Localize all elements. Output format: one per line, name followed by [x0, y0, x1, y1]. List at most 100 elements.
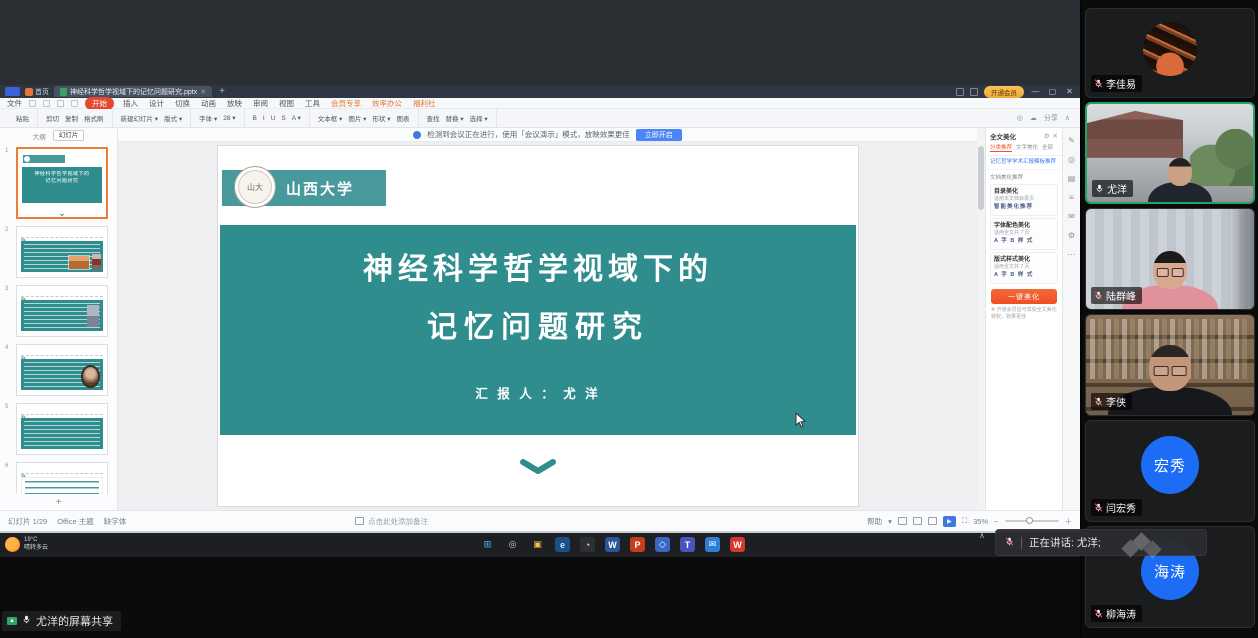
- fullscreen-icon[interactable]: ⛶: [962, 516, 967, 526]
- help-caret-icon[interactable]: ▾: [888, 517, 892, 526]
- toolbar-item-字体[interactable]: 字体 ▾: [199, 113, 217, 123]
- more-icon[interactable]: ⋯: [1068, 250, 1076, 259]
- participant-tile-李侠[interactable]: 李侠: [1085, 314, 1255, 416]
- edge-icon[interactable]: e: [555, 537, 570, 552]
- cloud-sync-icon[interactable]: ☁: [1030, 114, 1037, 122]
- toolbar-item-B[interactable]: B: [253, 115, 257, 122]
- sorter-view-icon[interactable]: [913, 517, 922, 525]
- menu-插入[interactable]: 插入: [121, 98, 140, 109]
- slide-thumbnail-6[interactable]: 6》》: [16, 462, 108, 494]
- menu-视图[interactable]: 视图: [277, 98, 296, 109]
- participant-tile-陆群峰[interactable]: 陆群峰: [1085, 208, 1255, 310]
- collapse-caret-icon[interactable]: ∧: [979, 531, 985, 540]
- new-tab-button[interactable]: +: [219, 86, 225, 97]
- missing-font-badge[interactable]: 缺字体: [104, 516, 127, 527]
- print-icon[interactable]: [43, 100, 50, 107]
- share-button[interactable]: 分享: [1044, 113, 1058, 123]
- slide-thumbnail-3[interactable]: 3》》: [16, 285, 108, 337]
- wps-icon[interactable]: W: [730, 537, 745, 552]
- menu-放映[interactable]: 放映: [225, 98, 244, 109]
- pane-close-icon[interactable]: ✕: [1053, 132, 1058, 140]
- toolbar-item-粘贴[interactable]: 粘贴: [16, 113, 29, 123]
- redo-icon[interactable]: [71, 100, 78, 107]
- menu-福利社[interactable]: 福利社: [411, 98, 438, 109]
- save-icon[interactable]: [29, 100, 36, 107]
- toolbar-item-U[interactable]: U: [271, 115, 276, 122]
- minimize-button[interactable]: —: [1030, 87, 1041, 96]
- theme-name[interactable]: Office 主题: [57, 516, 94, 527]
- menu-设计[interactable]: 设计: [147, 98, 166, 109]
- teams-icon[interactable]: T: [680, 537, 695, 552]
- pane-card-1[interactable]: 目录美化适用本文档目录页智能美化推荐: [990, 184, 1058, 216]
- notes-hint[interactable]: 点击此处添加备注: [355, 516, 428, 527]
- settings-icon[interactable]: ⚙: [1068, 231, 1075, 240]
- slide-thumbnail-2[interactable]: 2》》: [16, 226, 108, 278]
- notes-icon[interactable]: ≡: [1069, 193, 1074, 202]
- undo-icon[interactable]: [57, 100, 64, 107]
- edit-icon[interactable]: ✎: [1068, 136, 1075, 145]
- tab-slides[interactable]: 幻灯片: [53, 130, 85, 141]
- menu-开始[interactable]: 开始: [85, 97, 114, 110]
- toolbar-item-I[interactable]: I: [263, 115, 265, 122]
- toolbar-item-A[interactable]: A ▾: [292, 114, 301, 122]
- browser-icon[interactable]: ◔: [580, 537, 595, 552]
- tab-close-icon[interactable]: ✕: [200, 88, 206, 96]
- notification-action-button[interactable]: 立即开启: [636, 129, 682, 141]
- close-button[interactable]: ✕: [1064, 87, 1075, 96]
- pane-settings-icon[interactable]: ⚙: [1044, 132, 1050, 140]
- toast-mic-muted-icon[interactable]: [1005, 537, 1014, 549]
- reading-view-icon[interactable]: [928, 517, 937, 525]
- zoom-slider[interactable]: [1005, 520, 1059, 522]
- toolbar-item-图片[interactable]: 图片 ▾: [348, 113, 366, 123]
- tab-home[interactable]: 首页: [25, 87, 49, 97]
- powerpoint-icon[interactable]: P: [630, 537, 645, 552]
- menu-工具[interactable]: 工具: [303, 98, 322, 109]
- find-icon[interactable]: ◎: [1017, 114, 1023, 122]
- vertical-scrollbar[interactable]: [977, 128, 985, 510]
- menu-会员专享[interactable]: 会员专享: [329, 98, 363, 109]
- slideshow-play-button[interactable]: ▶: [943, 516, 956, 527]
- tab-document[interactable]: 神经科学哲学视域下的记忆问题研究.pptx ✕: [54, 86, 212, 97]
- weather-widget[interactable]: 19°C 晴转多云: [5, 536, 48, 552]
- menu-file[interactable]: 文件: [7, 98, 22, 109]
- normal-view-icon[interactable]: [898, 517, 907, 525]
- start-icon[interactable]: ⊞: [480, 537, 495, 552]
- pane-card-3[interactable]: 版式样式美化适用全文共 7 页A 字 B 样 式: [990, 252, 1058, 284]
- search-icon[interactable]: ◎: [505, 537, 520, 552]
- participant-tile-尤洋[interactable]: 尤洋: [1085, 102, 1255, 204]
- participant-tile-闫宏秀[interactable]: 宏秀闫宏秀: [1085, 420, 1255, 522]
- zoom-in-button[interactable]: ＋: [1065, 516, 1073, 527]
- slide-thumbnail-4[interactable]: 4》》: [16, 344, 108, 396]
- toolbar-item-格式刷[interactable]: 格式刷: [84, 113, 104, 123]
- toolbar-item-剪切[interactable]: 剪切: [46, 113, 59, 123]
- maximize-button[interactable]: ▢: [1047, 87, 1058, 96]
- zoom-out-button[interactable]: −: [994, 517, 998, 526]
- comment-icon[interactable]: ✉: [1068, 212, 1075, 221]
- pane-tab-分类推荐[interactable]: 分类推荐: [990, 143, 1012, 152]
- slide-canvas[interactable]: 山大 山西大学 神经科学哲学视域下的 记忆问题研究 汇 报 人 ： 尤 洋: [218, 146, 858, 506]
- toolbar-item-形状[interactable]: 形状 ▾: [372, 113, 390, 123]
- app-blue-icon[interactable]: ◇: [655, 537, 670, 552]
- scrollbar-thumb[interactable]: [978, 146, 984, 210]
- wps-logo-icon[interactable]: [5, 87, 20, 96]
- vip-pill[interactable]: 开通会员: [984, 86, 1024, 98]
- skin-icon[interactable]: [970, 88, 978, 96]
- menu-切换[interactable]: 切换: [173, 98, 192, 109]
- tab-outline[interactable]: 大纲: [33, 131, 46, 141]
- help-label[interactable]: 帮助: [867, 516, 882, 527]
- toolbar-item-查找[interactable]: 查找: [427, 113, 440, 123]
- participant-tile-李佳易[interactable]: 李佳易: [1085, 8, 1255, 98]
- layout-icon[interactable]: ▤: [1068, 174, 1076, 183]
- find-icon[interactable]: ◎: [1068, 155, 1075, 164]
- toolbar-item-图表[interactable]: 图表: [397, 113, 410, 123]
- menu-审阅[interactable]: 审阅: [251, 98, 270, 109]
- pane-recommend-link[interactable]: 记忆哲学学术汇报模板推荐: [986, 156, 1062, 170]
- toolbar-item-新建幻灯片[interactable]: 新建幻灯片 ▾: [121, 113, 159, 123]
- menu-效率办公[interactable]: 效率办公: [370, 98, 404, 109]
- toolbar-item-版式[interactable]: 版式 ▾: [164, 113, 182, 123]
- mail-icon[interactable]: ✉: [705, 537, 720, 552]
- toolbar-item-替换[interactable]: 替换 ▾: [446, 113, 464, 123]
- slide-thumbnail-5[interactable]: 5》》: [16, 403, 108, 455]
- add-slide-button[interactable]: +: [0, 497, 117, 509]
- word-icon[interactable]: W: [605, 537, 620, 552]
